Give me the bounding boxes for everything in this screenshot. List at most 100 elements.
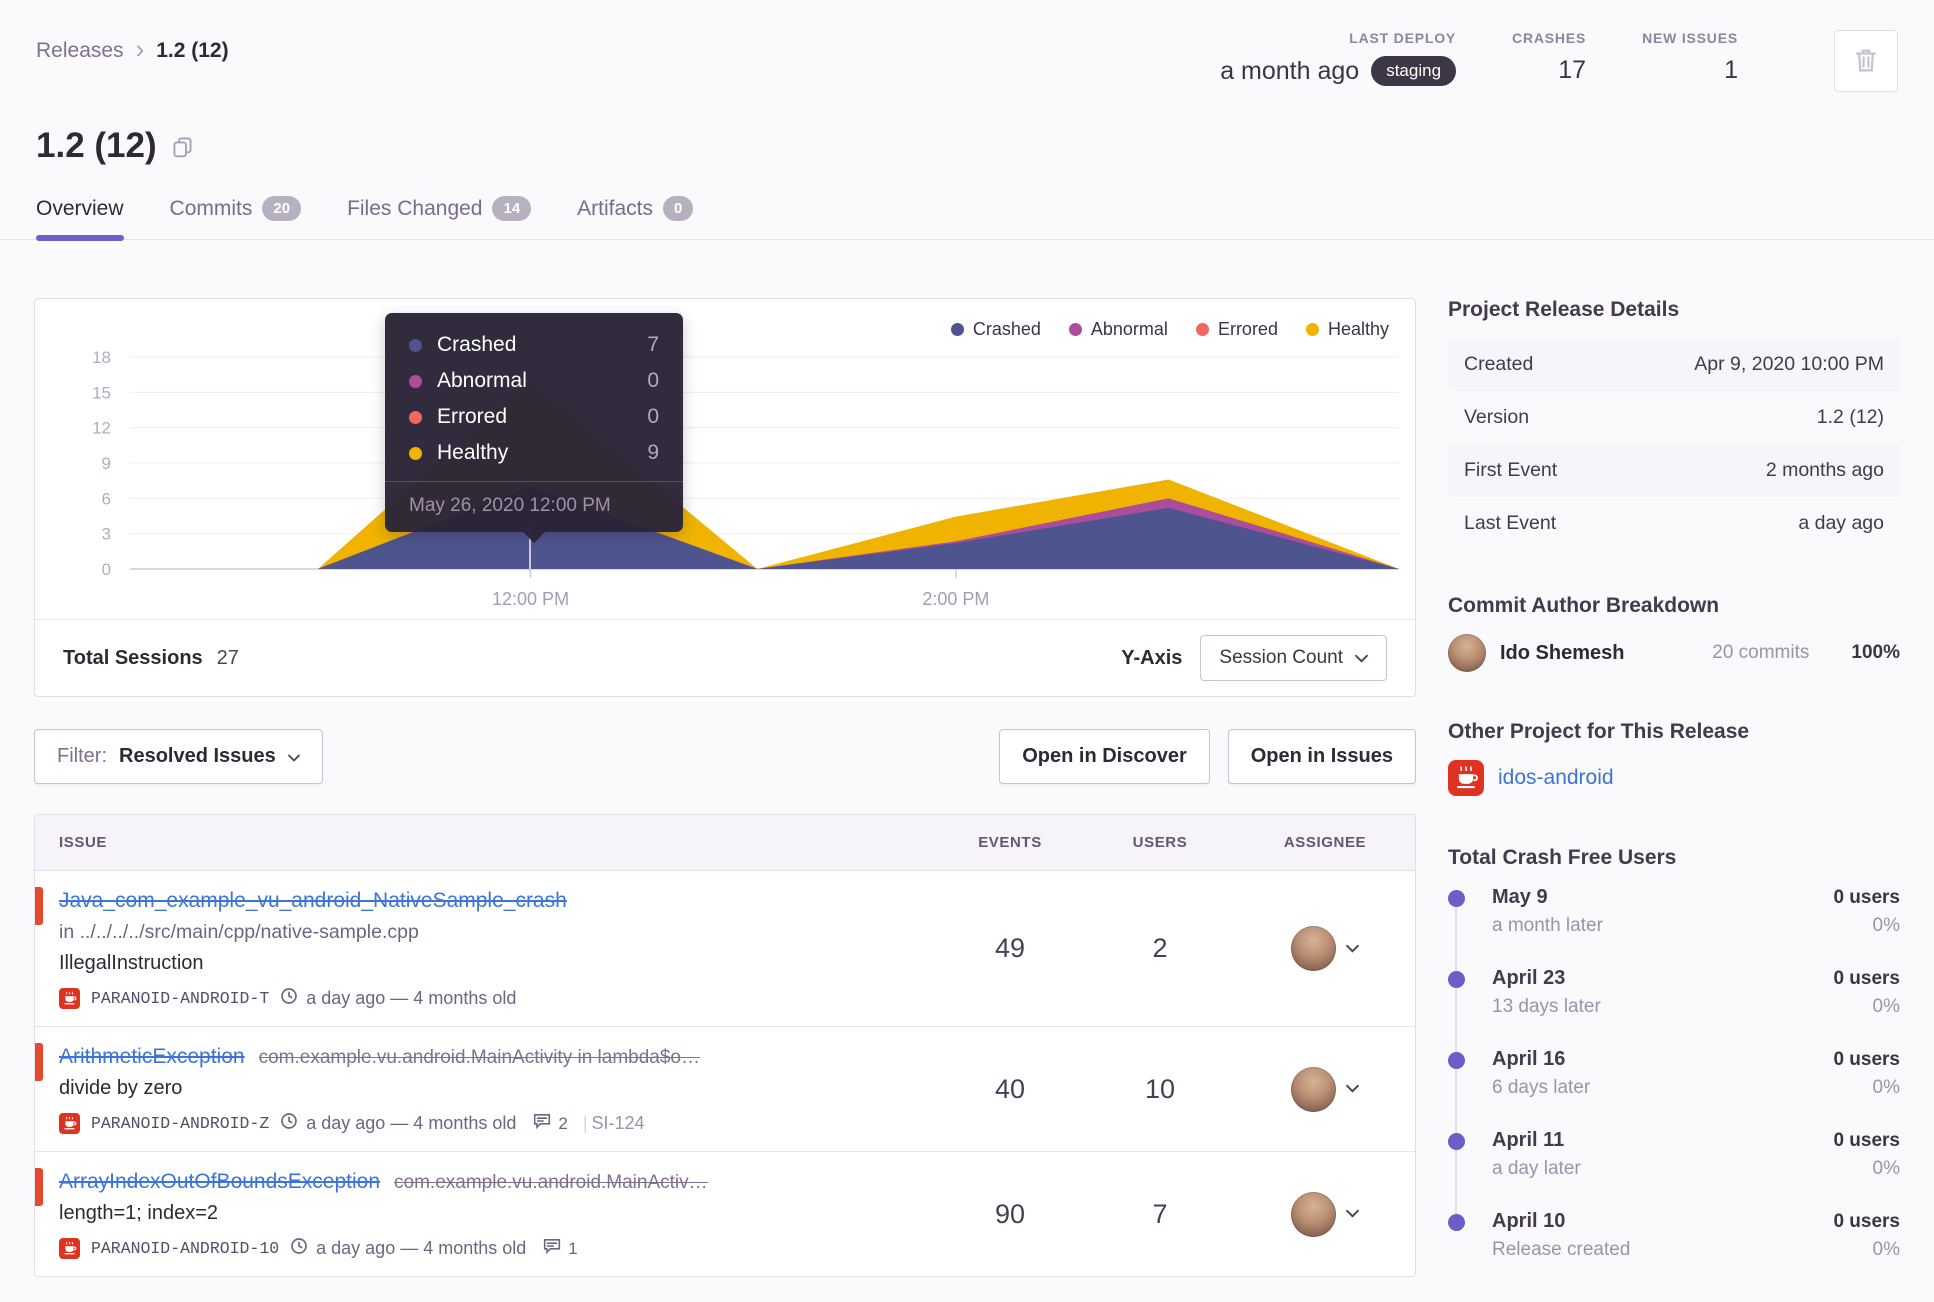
detail-row-first-event: First Event 2 months ago [1448,444,1900,497]
copy-icon[interactable] [171,135,194,158]
svg-text:9: 9 [102,454,111,473]
abnormal-dot-icon [1068,323,1082,336]
breadcrumb-releases-link[interactable]: Releases [36,39,124,63]
legend-label: Crashed [972,319,1041,339]
legend-item-crashed[interactable]: Crashed [950,319,1041,340]
yaxis-label: Y-Axis [1121,646,1183,669]
timeline-users: 0 users [1833,968,1900,989]
crashes-value: 17 [1558,56,1587,84]
timeline-item: April 11 0 users a day later 0% [1448,1129,1900,1218]
errored-dot-icon [409,410,422,424]
sessions-area-chart[interactable]: 0 3 6 9 12 15 18 12:00 PM 2:00 PM [35,307,1415,619]
issue-row: ArithmeticException com.example.vu.andro… [35,1027,1415,1152]
timeline-date: April 23 [1492,967,1566,989]
open-in-issues-button[interactable]: Open in Issues [1227,729,1416,784]
chart-tooltip: Crashed 7 Abnormal 0 Errored 0 Healthy 9 [385,313,683,543]
events-count: 90 [994,1198,1026,1229]
tooltip-label: Errored [437,405,508,428]
chevron-down-icon [1355,647,1368,669]
trash-icon [1853,46,1879,77]
timeline-date: May 9 [1492,886,1548,908]
timeline-sub: a day later [1492,1158,1581,1179]
tab-label: Artifacts [577,196,654,220]
timeline-users: 0 users [1833,1130,1900,1151]
issue-age: a day ago — 4 months old [306,1113,517,1133]
tab-count-badge: 0 [663,196,694,221]
detail-value: Apr 9, 2020 10:00 PM [1694,353,1884,375]
users-count: 2 [1152,933,1168,963]
assignee-avatar[interactable] [1291,1191,1336,1237]
detail-value: 2 months ago [1765,459,1884,481]
issue-row: Java_com_example_vu_android_NativeSample… [35,871,1415,1027]
tab-artifacts[interactable]: Artifacts 0 [577,196,694,239]
legend-item-errored[interactable]: Errored [1195,319,1278,340]
timeline-item: April 10 0 users Release created 0% [1448,1210,1900,1291]
release-sidebar: Project Release Details Created Apr 9, 2… [1448,298,1900,1302]
tab-overview[interactable]: Overview [36,196,124,241]
detail-label: Created [1464,353,1534,375]
divider: | [582,1113,588,1133]
new-issues-value: 1 [1724,56,1738,84]
comments-value: 1 [568,1238,578,1258]
issue-message: IllegalInstruction [59,952,204,974]
issue-age: a day ago — 4 months old [306,988,517,1008]
abnormal-dot-icon [409,374,422,388]
clock-icon [280,1112,298,1135]
chevron-down-icon[interactable] [1346,1205,1359,1223]
tab-bar: Overview Commits 20 Files Changed 14 Art… [36,196,1898,241]
project-slug-link[interactable]: PARANOID-ANDROID-Z [91,1114,269,1133]
tooltip-value: 0 [647,405,659,428]
chart-legend: Crashed Abnormal Errored Healthy [950,319,1389,340]
issue-culprit: com.example.vu.android.MainActiv… [394,1172,708,1193]
issue-title-link[interactable]: ArrayIndexOutOfBoundsException [59,1170,380,1194]
project-slug-link[interactable]: PARANOID-ANDROID-T [91,989,269,1008]
tab-commits[interactable]: Commits 20 [170,196,302,239]
column-header-users: USERS [1132,834,1188,851]
svg-text:0: 0 [102,560,111,579]
open-in-discover-button[interactable]: Open in Discover [999,729,1210,784]
project-icon [59,1238,80,1259]
breadcrumb: Releases › 1.2 (12) [36,30,229,66]
detail-value: a day ago [1798,512,1884,534]
assignee-avatar[interactable] [1291,1066,1336,1112]
timeline-percent: 0% [1872,1077,1900,1098]
timeline-sub: Release created [1492,1239,1631,1260]
crash-free-timeline: May 9 0 users a month later 0% April 23 … [1448,886,1900,1291]
timeline-item: April 16 0 users 6 days later 0% [1448,1048,1900,1137]
chevron-down-icon[interactable] [1346,940,1359,958]
timeline-date: April 16 [1492,1048,1566,1070]
project-slug-link[interactable]: PARANOID-ANDROID-10 [91,1239,279,1258]
legend-item-abnormal[interactable]: Abnormal [1068,319,1168,340]
events-count: 40 [994,1073,1026,1104]
chevron-down-icon[interactable] [1346,1080,1359,1098]
issues-filter-dropdown[interactable]: Filter: Resolved Issues [34,729,323,784]
header-stats: LAST DEPLOY a month ago staging CRASHES … [1220,30,1898,92]
yaxis-select[interactable]: Session Count [1200,635,1387,681]
legend-item-healthy[interactable]: Healthy [1305,319,1389,340]
detail-value: 1.2 (12) [1816,406,1884,428]
detail-label: Version [1464,406,1530,428]
column-header-events: EVENTS [978,834,1042,851]
chevron-down-icon [287,745,300,768]
total-sessions-label: Total Sessions [63,646,203,669]
timeline-sub: 13 days later [1492,996,1601,1017]
svg-text:15: 15 [92,383,111,402]
tab-files-changed[interactable]: Files Changed 14 [347,196,532,239]
svg-text:3: 3 [102,525,111,544]
comment-icon [543,1238,561,1259]
tab-label: Files Changed [347,196,483,220]
issue-title-link[interactable]: Java_com_example_vu_android_NativeSample… [59,889,567,913]
author-commit-count: 20 commits [1712,642,1810,663]
other-project-link[interactable]: idos-android [1498,766,1614,790]
assignee-avatar[interactable] [1291,926,1336,971]
tooltip-value: 0 [647,369,659,392]
issue-row: ArrayIndexOutOfBoundsException com.examp… [35,1152,1415,1276]
delete-release-button[interactable] [1834,30,1898,92]
column-header-assignee: ASSIGNEE [1283,834,1367,851]
issue-title-link[interactable]: ArithmeticException [59,1045,245,1069]
project-icon [1448,760,1484,796]
other-project-row: idos-android [1448,760,1900,796]
breadcrumb-chevron-icon: › [135,34,145,64]
short-id: | SI-124 [579,1113,645,1134]
detail-row-last-event: Last Event a day ago [1448,497,1900,550]
